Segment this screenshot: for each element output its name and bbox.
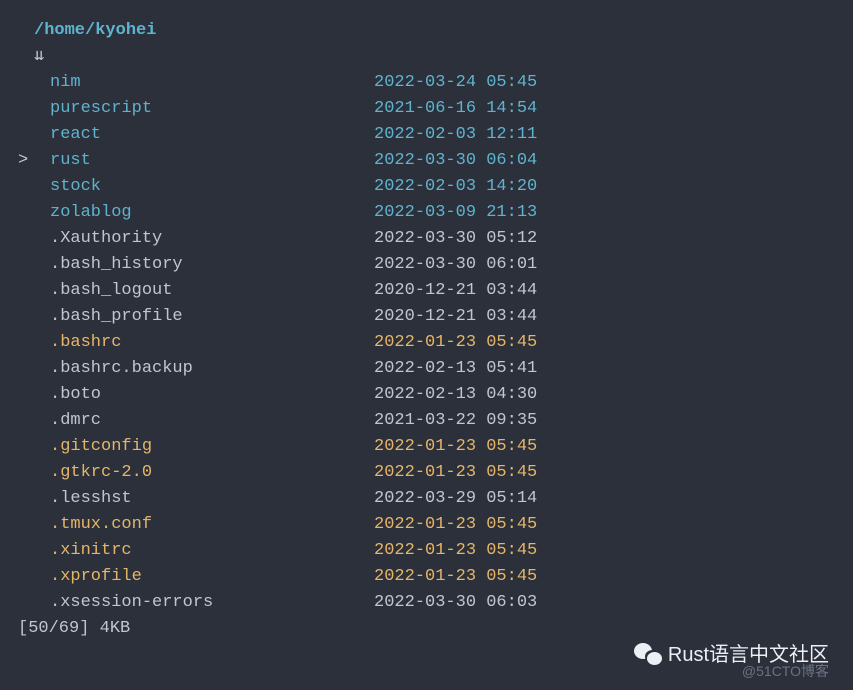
cursor-gutter	[18, 460, 34, 486]
entry-date: 2022-02-03 14:20	[374, 174, 537, 200]
cursor-gutter	[18, 96, 34, 122]
list-item[interactable]: react2022-02-03 12:11	[18, 122, 853, 148]
cursor-gutter	[18, 278, 34, 304]
list-item[interactable]: .tmux.conf2022-01-23 05:45	[18, 512, 853, 538]
file-listing[interactable]: nim2022-03-24 05:45 purescript2021-06-16…	[18, 70, 853, 616]
cursor-gutter	[18, 486, 34, 512]
list-item[interactable]: .xprofile2022-01-23 05:45	[18, 564, 853, 590]
list-item[interactable]: zolablog2022-03-09 21:13	[18, 200, 853, 226]
cursor-gutter	[18, 330, 34, 356]
entry-name: .xsession-errors	[34, 590, 374, 616]
cursor-gutter	[18, 590, 34, 616]
cursor-gutter	[18, 226, 34, 252]
list-item[interactable]: .dmrc2021-03-22 09:35	[18, 408, 853, 434]
entry-date: 2022-03-09 21:13	[374, 200, 537, 226]
list-item[interactable]: purescript2021-06-16 14:54	[18, 96, 853, 122]
entry-date: 2020-12-21 03:44	[374, 304, 537, 330]
list-item[interactable]: .bash_logout2020-12-21 03:44	[18, 278, 853, 304]
entry-name: .bashrc	[34, 330, 374, 356]
cursor-gutter	[18, 174, 34, 200]
entry-date: 2022-03-29 05:14	[374, 486, 537, 512]
cursor-gutter	[18, 564, 34, 590]
entry-name: .lesshst	[34, 486, 374, 512]
entry-date: 2022-01-23 05:45	[374, 434, 537, 460]
entry-date: 2022-02-13 05:41	[374, 356, 537, 382]
entry-name: .bash_logout	[34, 278, 374, 304]
entry-name: .gtkrc-2.0	[34, 460, 374, 486]
entry-name: .bashrc.backup	[34, 356, 374, 382]
cursor-gutter	[18, 408, 34, 434]
list-item[interactable]: .xsession-errors2022-03-30 06:03	[18, 590, 853, 616]
cursor-gutter	[18, 200, 34, 226]
entry-date: 2022-02-03 12:11	[374, 122, 537, 148]
list-item[interactable]: stock2022-02-03 14:20	[18, 174, 853, 200]
entry-name: .gitconfig	[34, 434, 374, 460]
cursor-gutter	[18, 122, 34, 148]
entry-name: zolablog	[34, 200, 374, 226]
list-item[interactable]: .gtkrc-2.02022-01-23 05:45	[18, 460, 853, 486]
status-bar: [50/69] 4KB	[18, 616, 853, 642]
list-item[interactable]: .bashrc2022-01-23 05:45	[18, 330, 853, 356]
entry-date: 2022-02-13 04:30	[374, 382, 537, 408]
cursor-gutter	[18, 434, 34, 460]
list-item[interactable]: .bash_history2022-03-30 06:01	[18, 252, 853, 278]
list-item[interactable]: .boto2022-02-13 04:30	[18, 382, 853, 408]
entry-name: react	[34, 122, 374, 148]
entry-name: purescript	[34, 96, 374, 122]
entry-date: 2021-03-22 09:35	[374, 408, 537, 434]
entry-date: 2022-03-30 05:12	[374, 226, 537, 252]
cursor-gutter: >	[18, 148, 34, 174]
cursor-gutter	[18, 382, 34, 408]
cursor-gutter	[18, 252, 34, 278]
entry-date: 2020-12-21 03:44	[374, 278, 537, 304]
entry-date: 2022-01-23 05:45	[374, 512, 537, 538]
cursor-gutter	[18, 70, 34, 96]
entry-name: .xprofile	[34, 564, 374, 590]
list-item[interactable]: >rust2022-03-30 06:04	[18, 148, 853, 174]
entry-date: 2022-01-23 05:45	[374, 538, 537, 564]
entry-name: .Xauthority	[34, 226, 374, 252]
list-item[interactable]: .gitconfig2022-01-23 05:45	[18, 434, 853, 460]
current-path: /home/kyohei	[18, 18, 853, 44]
entry-date: 2022-01-23 05:45	[374, 460, 537, 486]
entry-date: 2022-03-30 06:01	[374, 252, 537, 278]
sub-watermark: @51CTO博客	[742, 658, 829, 684]
scroll-indicator-icon: ⇊	[18, 44, 853, 70]
list-item[interactable]: .Xauthority2022-03-30 05:12	[18, 226, 853, 252]
entry-name: .bash_profile	[34, 304, 374, 330]
entry-name: .bash_history	[34, 252, 374, 278]
cursor-gutter	[18, 512, 34, 538]
cursor-gutter	[18, 356, 34, 382]
list-item[interactable]: .xinitrc2022-01-23 05:45	[18, 538, 853, 564]
list-item[interactable]: .bash_profile2020-12-21 03:44	[18, 304, 853, 330]
entry-name: rust	[34, 148, 374, 174]
list-item[interactable]: .lesshst2022-03-29 05:14	[18, 486, 853, 512]
wechat-icon	[634, 643, 662, 667]
entry-date: 2022-03-30 06:03	[374, 590, 537, 616]
entry-date: 2022-01-23 05:45	[374, 330, 537, 356]
entry-date: 2022-03-24 05:45	[374, 70, 537, 96]
list-item[interactable]: .bashrc.backup2022-02-13 05:41	[18, 356, 853, 382]
entry-name: .boto	[34, 382, 374, 408]
entry-date: 2022-01-23 05:45	[374, 564, 537, 590]
entry-name: .dmrc	[34, 408, 374, 434]
cursor-gutter	[18, 538, 34, 564]
entry-name: .xinitrc	[34, 538, 374, 564]
entry-name: nim	[34, 70, 374, 96]
cursor-gutter	[18, 304, 34, 330]
entry-name: stock	[34, 174, 374, 200]
entry-name: .tmux.conf	[34, 512, 374, 538]
entry-date: 2022-03-30 06:04	[374, 148, 537, 174]
entry-date: 2021-06-16 14:54	[374, 96, 537, 122]
list-item[interactable]: nim2022-03-24 05:45	[18, 70, 853, 96]
